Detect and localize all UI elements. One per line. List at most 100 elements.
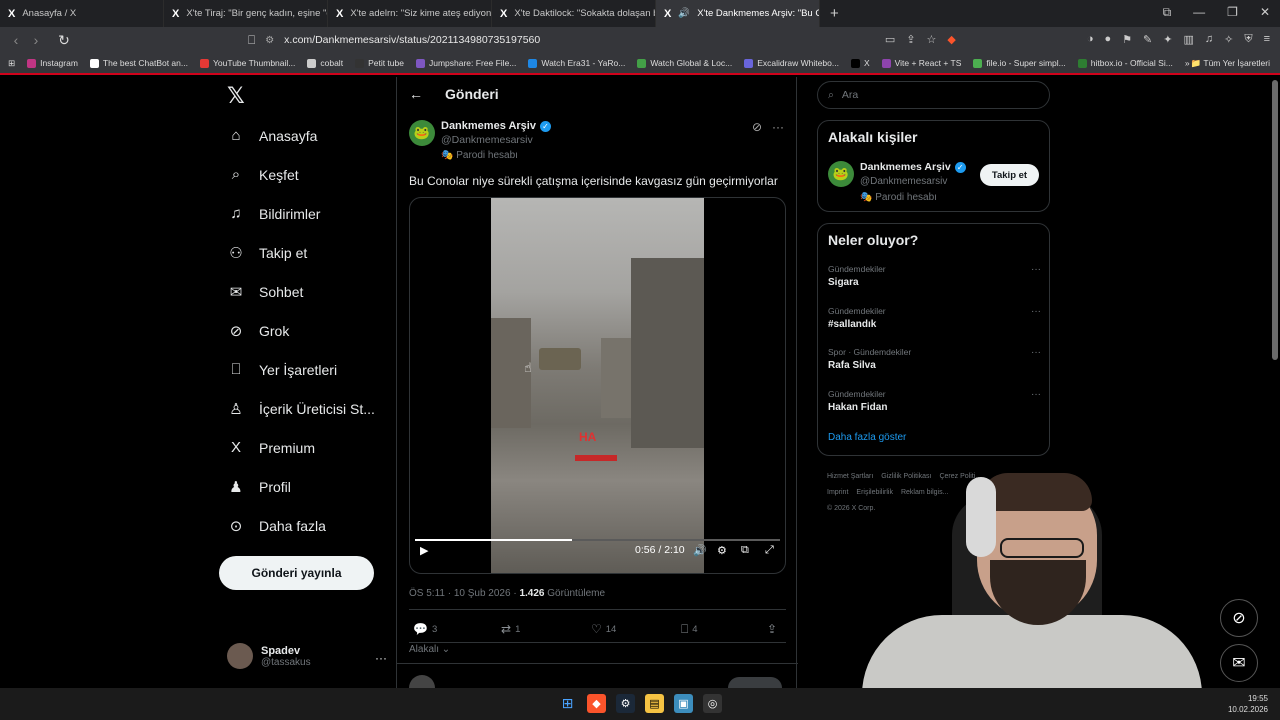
extensions-icon[interactable]: ⧉: [1163, 5, 1172, 20]
nav-item-5[interactable]: ⊘ Grok: [227, 322, 290, 340]
show-more-link[interactable]: Daha fazla göster: [828, 432, 906, 443]
follow-button[interactable]: Takip et: [980, 164, 1039, 186]
extension2-icon[interactable]: ✎: [1143, 33, 1152, 46]
repost-button[interactable]: ⇄ 1: [501, 622, 520, 636]
windows-start-icon[interactable]: ⊞: [558, 694, 577, 713]
search-input[interactable]: Ara: [842, 89, 858, 101]
browser-tab[interactable]: X X'te Tiraj: "Bir genç kadın, eşine "gel…: [164, 0, 328, 27]
sidebar-toggle-icon[interactable]: ▥: [1183, 33, 1193, 46]
music-icon[interactable]: ♫: [1205, 33, 1213, 46]
nav-item-9[interactable]: ♟ Profil: [227, 478, 291, 496]
more-options-icon[interactable]: ···: [1031, 306, 1041, 317]
system-clock[interactable]: 19:55 10.02.2026: [1228, 693, 1268, 715]
video-progress-bar[interactable]: [415, 539, 780, 541]
author-avatar[interactable]: 🐸: [409, 120, 435, 146]
bookmark-item[interactable]: Excalidraw Whitebo...: [738, 58, 845, 68]
tweet-timestamp[interactable]: ÖS 5:11 · 10 Şub 2026 ·: [409, 588, 519, 599]
shield-icon[interactable]: ⛨: [1244, 33, 1252, 46]
brave-browser-icon[interactable]: ◆: [587, 694, 606, 713]
brave-shields-icon[interactable]: ◆: [947, 33, 955, 46]
trend-item[interactable]: Gündemdekiler Sigara ···: [828, 264, 1041, 288]
bookmark-item[interactable]: Jumpshare: Free File...: [410, 58, 522, 68]
browser-tab[interactable]: X X'te Daktilock: "Sokakta dolaşan bir l.…: [492, 0, 656, 27]
like-button[interactable]: ♡ 14: [591, 622, 616, 636]
reply-button[interactable]: 💬 3: [413, 622, 437, 636]
related-person-name[interactable]: Dankmemes Arşiv ✓: [860, 161, 966, 173]
related-dropdown[interactable]: Alakalı ⌄: [409, 644, 450, 655]
more-options-icon[interactable]: ···: [1031, 347, 1041, 358]
bookmark-item[interactable]: The best ChatBot an...: [84, 58, 194, 68]
nav-item-10[interactable]: ⊙ Daha fazla: [227, 517, 326, 535]
nav-item-3[interactable]: ⚇ Takip et: [227, 244, 307, 262]
x-home-logo-icon[interactable]: 𝕏: [227, 83, 245, 109]
volume-icon[interactable]: 🔊: [693, 544, 707, 557]
bookmark-button[interactable]: ⎕ 4: [681, 622, 698, 637]
restore-icon[interactable]: ❐: [1227, 5, 1238, 20]
grok-fab-icon[interactable]: ⊘: [1220, 599, 1258, 637]
back-icon[interactable]: ‹: [6, 32, 26, 48]
footer-link[interactable]: Imprint: [827, 489, 848, 496]
bookmark-page-icon[interactable]: ⎕: [248, 33, 255, 48]
nav-item-6[interactable]: ⎕ Yer İşaretleri: [227, 361, 337, 378]
steam-icon[interactable]: ⚙: [616, 694, 635, 713]
bookmark-item[interactable]: file.io - Super simpl...: [967, 58, 1071, 68]
extension-icon[interactable]: ◑: [1087, 33, 1094, 46]
new-tab-button[interactable]: +: [820, 5, 849, 22]
grok-explain-icon[interactable]: ⊘: [752, 120, 762, 134]
reload-icon[interactable]: ↻: [54, 32, 74, 49]
nav-item-7[interactable]: ♙ İçerik Üreticisi St...: [227, 400, 375, 418]
fullscreen-icon[interactable]: ⤢: [765, 544, 774, 557]
video-player[interactable]: HA ▶ 0:56 / 2:10 🔊 ⚙ ⧉ ⤢: [409, 197, 786, 574]
obs-icon[interactable]: ◎: [703, 694, 722, 713]
menu-icon[interactable]: ≡: [1264, 33, 1270, 46]
nav-item-2[interactable]: ♫ Bildirimler: [227, 205, 320, 222]
author-name-link[interactable]: Dankmemes Arşiv ✓: [441, 120, 551, 132]
bookmark-item[interactable]: X: [845, 58, 876, 68]
bookmark-item[interactable]: cobalt: [301, 58, 349, 68]
video-frame[interactable]: HA: [491, 198, 704, 573]
author-handle[interactable]: @Dankmemesarsiv: [441, 134, 533, 146]
picture-in-picture-icon[interactable]: ⧉: [741, 544, 749, 557]
site-settings-icon[interactable]: ⚙: [265, 35, 274, 46]
browser-tab[interactable]: X Anasayfa / X: [0, 0, 164, 27]
account-switcher[interactable]: Spadev @tassakus ···: [227, 643, 387, 669]
nav-item-4[interactable]: ✉ Sohbet: [227, 283, 304, 301]
nav-item-0[interactable]: ⌂ Anasayfa: [227, 127, 317, 144]
puzzle-icon[interactable]: ✦: [1163, 33, 1172, 46]
wallet-icon[interactable]: ⚑: [1122, 33, 1132, 46]
related-person-handle[interactable]: @Dankmemesarsiv: [860, 176, 947, 187]
play-icon[interactable]: ▶: [420, 544, 428, 557]
settings-icon[interactable]: ⚙: [717, 544, 727, 557]
bookmark-item[interactable]: Watch Era31 - YaRo...: [522, 58, 631, 68]
browser-tab[interactable]: X X'te adelrn: "Siz kime ateş ediyonuz...: [328, 0, 492, 27]
trend-item[interactable]: Gündemdekiler Hakan Fidan ···: [828, 389, 1041, 413]
share-button[interactable]: ⇪: [767, 622, 777, 636]
app-icon[interactable]: ▣: [674, 694, 693, 713]
messages-fab-icon[interactable]: ✉: [1220, 644, 1258, 682]
leo-icon[interactable]: ✧: [1224, 33, 1233, 46]
scrollbar[interactable]: [1272, 80, 1278, 360]
url-field[interactable]: ⎕ ⚙ x.com/Dankmemesarsiv/status/20211349…: [248, 30, 988, 50]
bookmark-item[interactable]: Vite + React + TS: [876, 58, 968, 68]
all-bookmarks-link[interactable]: 📁 Tüm Yer İşaretleri: [1191, 58, 1270, 69]
more-options-icon[interactable]: ···: [375, 651, 387, 665]
forward-icon[interactable]: ›: [26, 32, 46, 48]
back-arrow-icon[interactable]: ←: [409, 86, 423, 102]
trend-item[interactable]: Gündemdekiler #sallandık ···: [828, 306, 1041, 330]
more-options-icon[interactable]: ···: [772, 120, 784, 134]
nav-item-1[interactable]: ⌕ Keşfet: [227, 166, 299, 183]
nav-item-8[interactable]: X Premium: [227, 439, 315, 456]
minimize-icon[interactable]: —: [1193, 5, 1205, 20]
bookmark-star-icon[interactable]: ☆: [926, 33, 936, 46]
bookmark-item[interactable]: YouTube Thumbnail...: [194, 58, 301, 68]
search-box[interactable]: ⌕ Ara: [817, 81, 1050, 109]
bookmark-item[interactable]: Instagram: [21, 58, 84, 68]
post-button[interactable]: Gönderi yayınla: [219, 556, 374, 590]
bookmark-item[interactable]: Petit tube: [349, 58, 410, 68]
more-options-icon[interactable]: ···: [1031, 389, 1041, 400]
bookmark-item[interactable]: Watch Global & Loc...: [631, 58, 738, 68]
vpn-icon[interactable]: ●: [1104, 33, 1111, 46]
cast-icon[interactable]: ▭: [885, 33, 895, 46]
browser-tab-active[interactable]: X🔊X'te Dankmemes Arşiv: "Bu C...✕: [656, 0, 820, 27]
close-window-icon[interactable]: ✕: [1260, 5, 1270, 20]
